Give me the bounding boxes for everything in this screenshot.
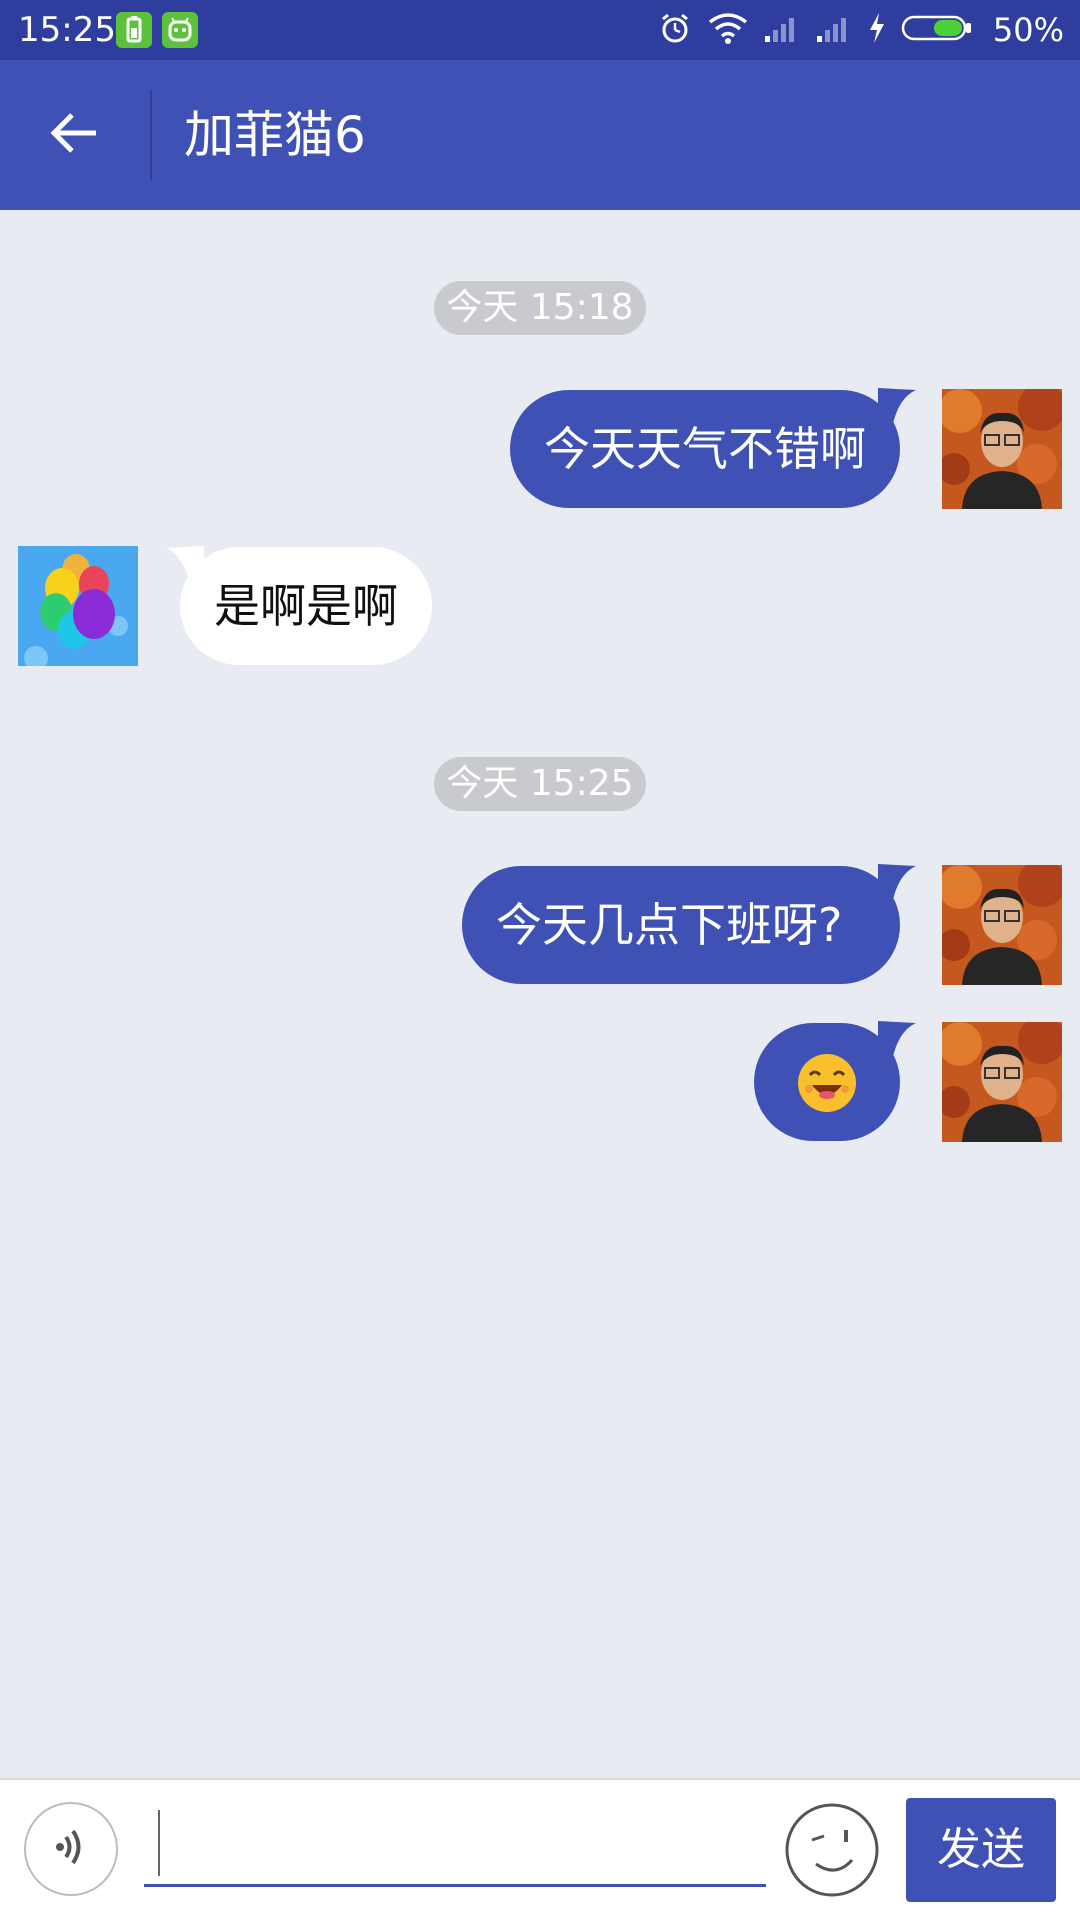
page-title: 加菲猫6: [184, 106, 366, 164]
text-cursor: [158, 1810, 160, 1876]
avatar[interactable]: [18, 546, 138, 666]
status-time: 15:25: [18, 10, 116, 50]
emoji-button[interactable]: [784, 1802, 880, 1898]
send-button[interactable]: 发送: [906, 1798, 1056, 1902]
arrow-back-icon: [46, 105, 102, 165]
avatar[interactable]: [942, 865, 1062, 985]
message-bubble-outgoing[interactable]: 今天几点下班呀?: [462, 866, 900, 984]
battery-app-notification-icon: [116, 12, 152, 48]
battery-percent: 50%: [992, 11, 1064, 49]
user-avatar-photo-icon: [942, 389, 1062, 509]
bubble-tail: [878, 864, 916, 904]
signal-icon-sim1: [763, 10, 801, 50]
header-divider: [150, 90, 152, 180]
bubble-tail: [878, 388, 916, 428]
wink-face-icon: [785, 1803, 879, 1897]
charging-icon: [867, 10, 887, 50]
voice-input-button[interactable]: [24, 1802, 118, 1896]
avatar[interactable]: [942, 1022, 1062, 1142]
voice-icon: [46, 1822, 96, 1876]
back-button[interactable]: [30, 95, 118, 175]
message-input[interactable]: [144, 1802, 766, 1887]
app-bar: 加菲猫6: [0, 60, 1080, 210]
user-avatar-photo-icon: [942, 865, 1062, 985]
wifi-icon: [707, 10, 749, 50]
bubble-tail: [878, 1021, 916, 1061]
alarm-icon: [657, 10, 693, 50]
android-notification-icon: [162, 12, 198, 48]
input-bar: 发送: [0, 1778, 1080, 1922]
timestamp-pill: 今天 15:18: [434, 281, 646, 335]
status-bar: 15:25 50%: [0, 0, 1080, 60]
avatar[interactable]: [942, 389, 1062, 509]
user-avatar-photo-icon: [942, 1022, 1062, 1142]
timestamp-pill: 今天 15:25: [434, 757, 646, 811]
signal-icon-sim2: [815, 10, 853, 50]
balloons-avatar-icon: [18, 546, 138, 666]
message-bubble-incoming[interactable]: 是啊是啊: [180, 547, 432, 665]
message-bubble-outgoing[interactable]: 今天天气不错啊: [510, 390, 900, 508]
battery-icon: [901, 10, 973, 50]
